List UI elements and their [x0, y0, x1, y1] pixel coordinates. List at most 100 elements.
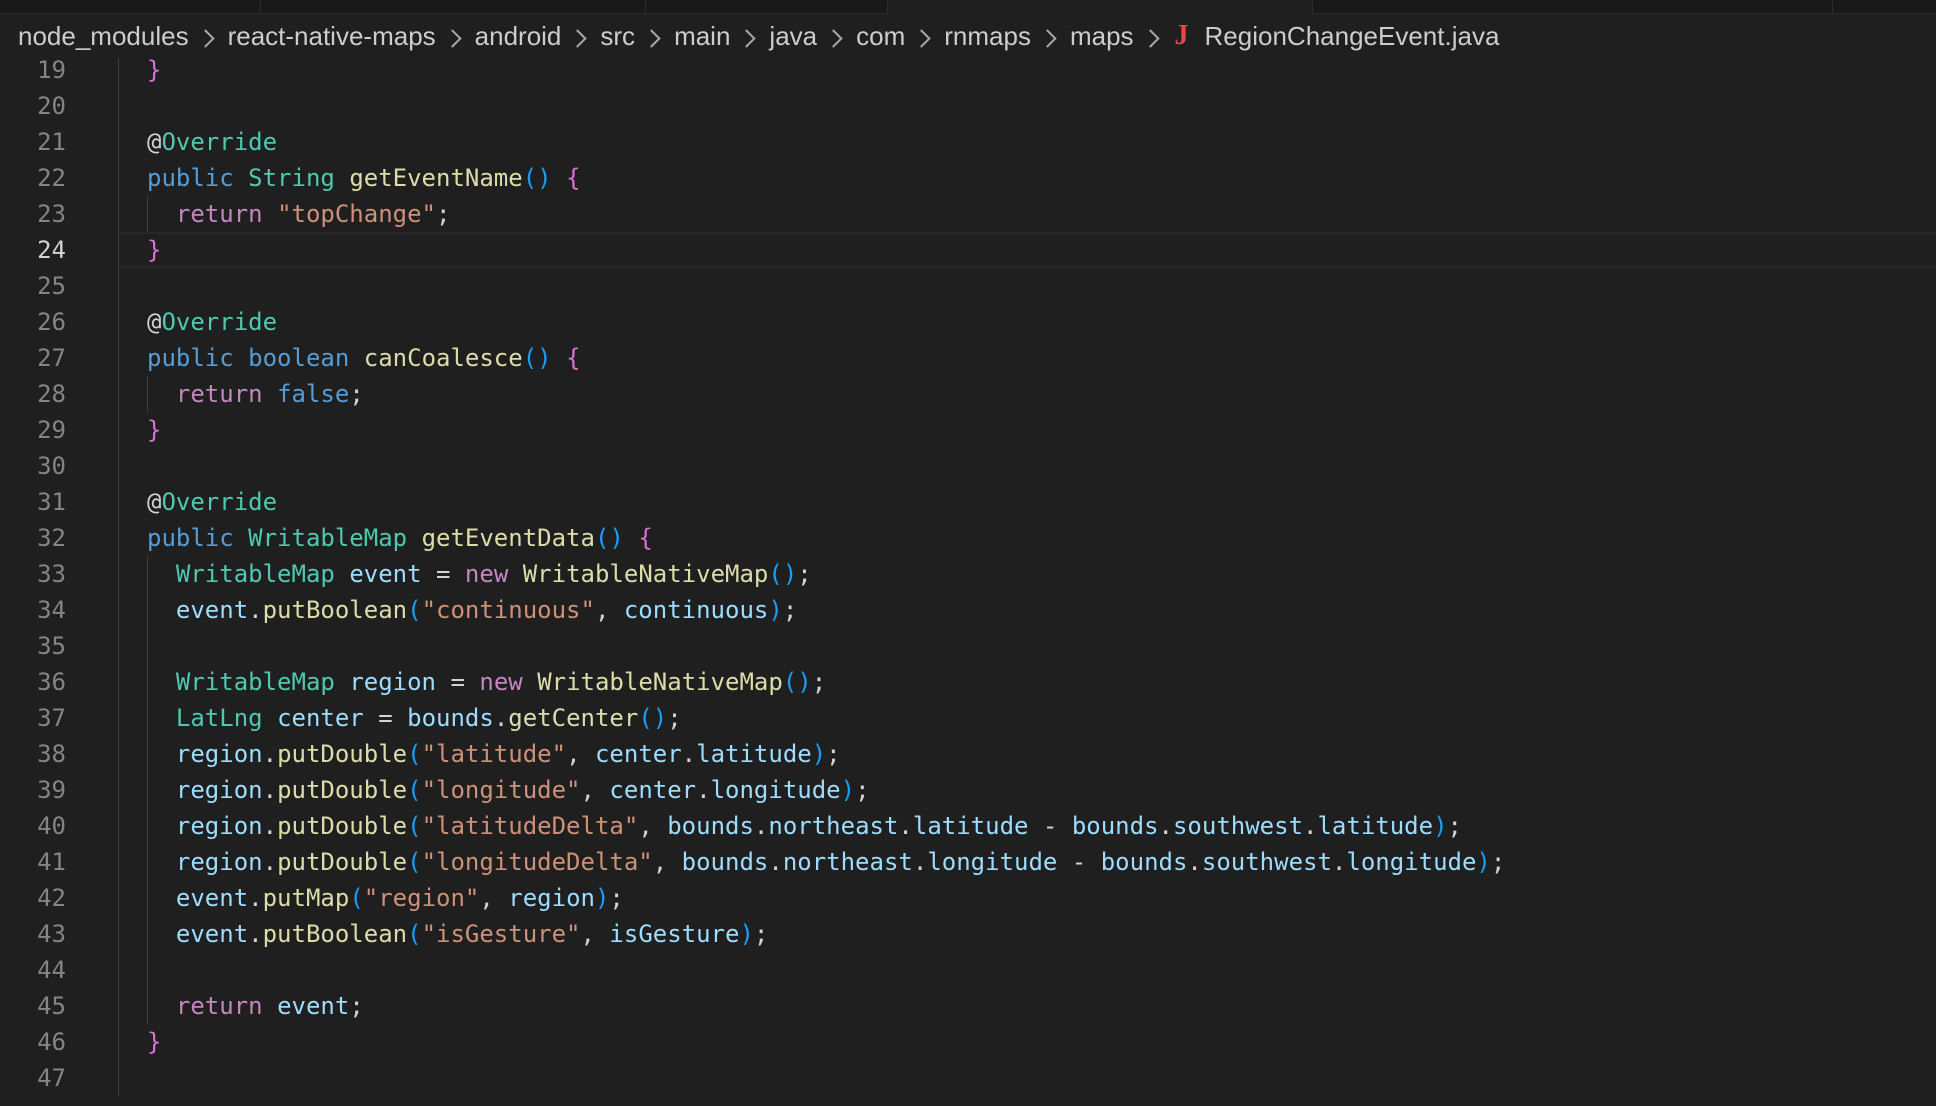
chevron-right-icon [1038, 28, 1057, 48]
chevron-right-icon [568, 28, 588, 48]
code-token: ) [768, 596, 783, 624]
code-line[interactable]: 22 public String getEventName() { [0, 160, 1936, 196]
code-line[interactable]: 26 @Override [0, 304, 1936, 340]
code-line[interactable]: 37 LatLng center = bounds.getCenter(); [0, 700, 1936, 736]
code-token: = [363, 704, 408, 732]
code-token: . [1331, 848, 1347, 876]
breadcrumb-segment[interactable]: java [769, 21, 817, 51]
line-number: 43 [37, 920, 66, 948]
code-token: , [566, 740, 595, 768]
code-token: () [782, 668, 812, 696]
breadcrumb-segment[interactable]: node_modules [18, 21, 189, 51]
chevron-right-icon [195, 28, 215, 48]
code-token: Override [161, 128, 278, 156]
code-line[interactable]: 32 public WritableMap getEventData() { [0, 520, 1936, 556]
code-line[interactable]: 25 [0, 268, 1936, 304]
code-token: getCenter [508, 704, 639, 732]
active-tab[interactable] [887, 0, 1313, 14]
code-line[interactable]: 28 return false; [0, 376, 1936, 412]
code-token: . [1158, 812, 1173, 840]
code-line[interactable]: 45 return event; [0, 988, 1936, 1024]
code-token: longitude [710, 776, 841, 804]
tab-strip [0, 0, 1936, 14]
line-number: 34 [37, 596, 66, 624]
code-token: canCoalesce [363, 344, 523, 372]
code-token: . [912, 848, 928, 876]
line-code: } [147, 232, 161, 268]
code-token: bounds [1100, 848, 1188, 876]
code-token: , [580, 920, 610, 948]
code-line[interactable]: 23 return "topChange"; [0, 196, 1936, 232]
code-line[interactable]: 29} [0, 412, 1936, 448]
code-line[interactable]: 21 @Override [0, 124, 1936, 160]
code-line[interactable]: 33 WritableMap event = new WritableNativ… [0, 556, 1936, 592]
line-number: 46 [37, 1028, 66, 1056]
breadcrumb-file-name[interactable]: RegionChangeEvent.java [1205, 21, 1500, 52]
line-code: } [147, 412, 161, 448]
code-token: longitude [1346, 848, 1477, 876]
line-number: 25 [37, 272, 66, 300]
code-line[interactable]: 27 public boolean canCoalesce() { [0, 340, 1936, 376]
code-token: putDouble [277, 812, 408, 840]
code-token: isGesture [609, 920, 740, 948]
code-token: WritableMap [175, 668, 335, 696]
code-token: , [652, 848, 682, 876]
code-line[interactable]: 24} [0, 232, 1936, 268]
code-token: ; [349, 992, 364, 1020]
code-editor[interactable]: 19} 20 21 @Override 22 public String getEvent… [0, 58, 1936, 1106]
code-line[interactable]: 36 WritableMap region = new WritableNati… [0, 664, 1936, 700]
code-line[interactable]: 47 [0, 1060, 1936, 1096]
code-token: ) [1476, 848, 1491, 876]
code-line[interactable]: 39 region.putDouble("longitude", center.… [0, 772, 1936, 808]
code-token: @ [147, 128, 162, 156]
code-token: ; [1447, 812, 1462, 840]
code-token: WritableNativeMap [522, 560, 769, 588]
code-line[interactable]: 46} [0, 1024, 1936, 1060]
code-line[interactable]: 40 region.putDouble("latitudeDelta", bou… [0, 808, 1936, 844]
breadcrumb-segment[interactable]: maps [1070, 21, 1134, 51]
code-line[interactable]: 31 @Override [0, 484, 1936, 520]
breadcrumb-segment[interactable]: react-native-maps [228, 21, 436, 51]
line-code: WritableMap region = new WritableNativeM… [147, 664, 826, 700]
code-line[interactable]: 30 [0, 448, 1936, 484]
code-token: ; [811, 668, 827, 696]
code-line[interactable]: 34 event.putBoolean("continuous", contin… [0, 592, 1936, 628]
breadcrumb-segment[interactable]: rnmaps [944, 21, 1031, 51]
code-token: . [681, 740, 697, 768]
tab-divider [645, 0, 646, 13]
code-token: () [768, 560, 798, 588]
code-token: . [1303, 812, 1318, 840]
code-token: center [609, 776, 697, 804]
line-number: 32 [37, 524, 66, 552]
breadcrumb-segment[interactable]: android [475, 21, 562, 51]
code-line[interactable]: 35 [0, 628, 1936, 664]
code-line[interactable]: 41 region.putDouble("longitudeDelta", bo… [0, 844, 1936, 880]
breadcrumb-segment[interactable]: main [674, 21, 730, 51]
code-token: event [175, 596, 249, 624]
code-line[interactable]: 38 region.putDouble("latitude", center.l… [0, 736, 1936, 772]
code-line[interactable]: 44 [0, 952, 1936, 988]
breadcrumb: node_modules react-native-maps android src m… [0, 14, 1936, 58]
code-token: ; [436, 200, 451, 228]
breadcrumb-segment[interactable]: src [600, 21, 635, 51]
code-line[interactable]: 43 event.putBoolean("isGesture", isGestu… [0, 916, 1936, 952]
code-line[interactable]: 20 [0, 88, 1936, 124]
breadcrumb-segment[interactable]: com [856, 21, 905, 51]
chevron-right-icon [442, 28, 462, 48]
code-token: - [1028, 812, 1072, 840]
code-token: ; [667, 704, 682, 732]
code-line[interactable]: 42 event.putMap("region", region); [0, 880, 1936, 916]
code-line[interactable]: 19} [0, 58, 1936, 88]
code-token: ; [855, 776, 870, 804]
code-token: public [147, 344, 234, 372]
